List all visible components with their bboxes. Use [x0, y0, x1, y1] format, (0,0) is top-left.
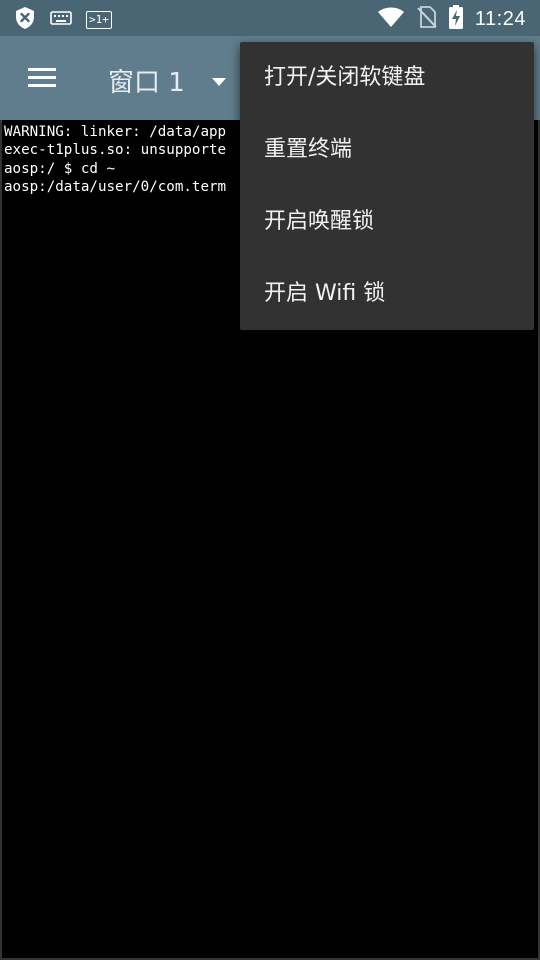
terminal-badge-text: >1+ — [89, 13, 109, 26]
window-title[interactable]: 窗口 1 — [108, 62, 185, 99]
status-left-icons: >1+ — [14, 6, 112, 34]
shield-x-icon — [14, 6, 36, 34]
menu-item-wifi-lock[interactable]: 开启 Wifi 锁 — [240, 258, 534, 330]
hamburger-icon[interactable] — [22, 62, 62, 94]
wifi-icon — [377, 6, 405, 32]
overflow-menu: 打开/关闭软键盘 重置终端 开启唤醒锁 开启 Wifi 锁 — [240, 42, 534, 330]
menu-item-reset-terminal[interactable]: 重置终端 — [240, 114, 534, 186]
no-sim-icon — [417, 5, 437, 33]
caret-down-icon[interactable] — [210, 72, 230, 86]
keyboard-icon — [50, 10, 72, 30]
menu-item-toggle-keyboard[interactable]: 打开/关闭软键盘 — [240, 42, 534, 114]
terminal-badge-icon: >1+ — [86, 11, 112, 29]
status-time: 11:24 — [474, 7, 526, 30]
menu-item-wake-lock[interactable]: 开启唤醒锁 — [240, 186, 534, 258]
battery-charging-icon — [448, 5, 463, 33]
status-bar: >1+ 11:24 — [0, 0, 540, 36]
status-right-icons: 11:24 — [377, 5, 526, 33]
